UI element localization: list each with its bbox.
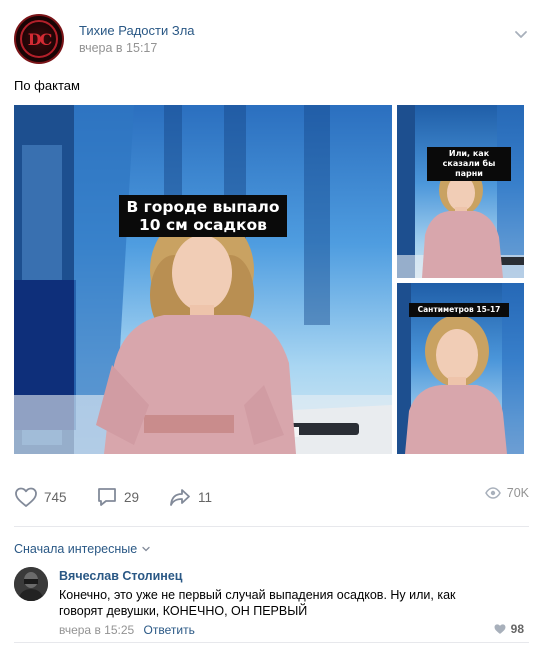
group-name-link[interactable]: Тихие Радости Зла [79,23,195,38]
comment-like-count: 98 [510,622,524,636]
divider [14,526,529,527]
comment-author-link[interactable]: Вячеслав Столинец [59,569,183,583]
post-actions: 745 29 11 70K [14,486,529,516]
photo-caption-side-1: Или, как сказали бы парни [427,147,511,181]
share-button[interactable]: 11 [168,486,212,508]
post-text: По фактам [14,78,80,93]
like-count: 745 [44,489,67,505]
post-timestamp[interactable]: вчера в 15:17 [79,41,157,55]
views-count: 70K [506,486,529,500]
share-icon [170,489,190,506]
commenter-avatar[interactable] [14,567,48,601]
reply-button[interactable]: Ответить [144,623,195,637]
like-button[interactable]: 745 [14,486,67,508]
caption-line: В городе выпало [126,198,280,216]
divider [14,642,529,643]
comment-count: 29 [124,489,140,505]
heart-icon [15,487,37,507]
share-count: 11 [198,489,213,505]
heart-icon [494,624,506,634]
group-logo: DC [20,20,58,58]
photo-side-1-illustration [397,105,524,278]
sort-label: Сначала интересные [14,542,138,556]
caption-line: сказали бы парни [442,159,496,178]
caption-line: Или, как [448,149,490,158]
chevron-down-icon [142,546,150,552]
comment-button[interactable]: 29 [96,486,139,508]
photo-caption-main: В городе выпало 10 см осадков [119,195,287,237]
eye-icon [484,487,501,499]
avatar-photo [14,567,48,601]
chevron-down-icon[interactable] [513,26,529,42]
comment-like-button[interactable]: 98 [493,622,524,636]
group-avatar[interactable]: DC [14,14,64,64]
comment-icon [98,488,116,506]
views-counter: 70K [484,486,529,500]
comment-text: Конечно, это уже не первый случай выпаде… [59,588,456,618]
post-header: DC Тихие Радости Зла вчера в 15:17 [14,14,529,66]
post-photo-main[interactable]: В городе выпало 10 см осадков [14,105,392,454]
caption-line: 10 см осадков [138,216,267,234]
post-photo-side-1[interactable]: Или, как сказали бы парни [397,105,524,278]
comments-sort-dropdown[interactable]: Сначала интересные [14,542,151,556]
photo-main-illustration [14,105,392,454]
photo-caption-side-2: Сантиметров 15-17 [409,303,509,317]
comment-meta: вчера в 15:25 Ответить [59,623,195,637]
post-photo-side-2[interactable]: Сантиметров 15-17 [397,283,524,454]
comment-timestamp[interactable]: вчера в 15:25 [59,623,134,637]
